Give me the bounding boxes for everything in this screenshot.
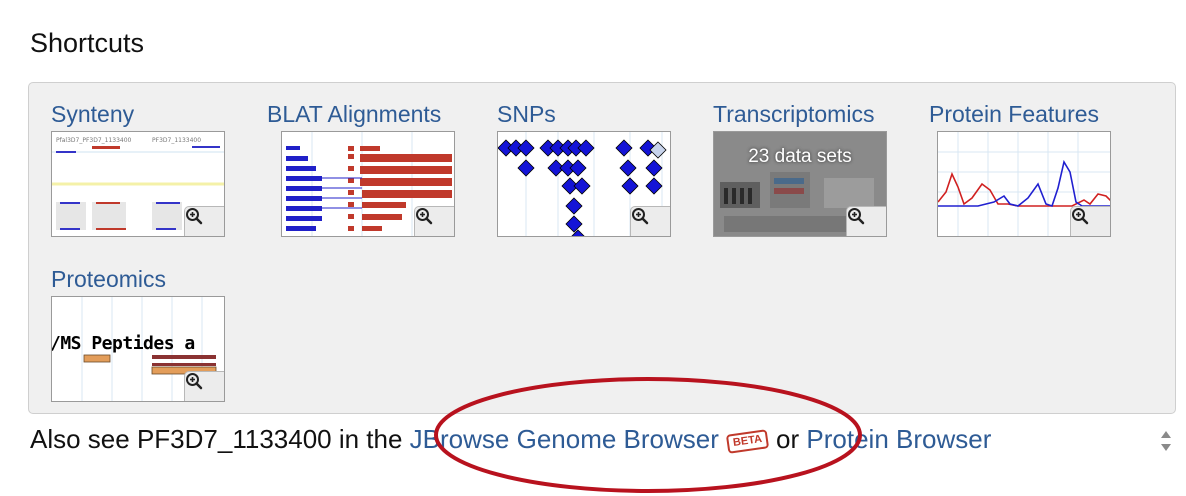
transcriptomics-zoom-button[interactable] bbox=[846, 206, 886, 236]
shortcuts-heading: Shortcuts bbox=[30, 28, 145, 58]
beta-badge: BETA bbox=[725, 428, 770, 454]
or-connector: or bbox=[776, 424, 800, 454]
also-see-line: Also see PF3D7_1133400 in the JBrowse Ge… bbox=[30, 424, 991, 455]
proteomics-link[interactable]: Proteomics bbox=[51, 266, 166, 292]
magnify-plus-icon bbox=[848, 208, 865, 225]
shortcut-transcriptomics[interactable]: Transcriptomics 23 data sets bbox=[713, 101, 887, 237]
synteny-zoom-button[interactable] bbox=[184, 206, 224, 236]
blat-alignments-zoom-button[interactable] bbox=[414, 206, 454, 236]
shortcut-snps[interactable]: SNPs bbox=[497, 101, 671, 237]
proteomics-track-text: /MS Peptides a bbox=[51, 333, 195, 354]
protein-features-link[interactable]: Protein Features bbox=[929, 101, 1099, 127]
magnify-plus-icon bbox=[632, 208, 649, 225]
transcriptomics-thumbnail[interactable]: 23 data sets bbox=[713, 131, 887, 237]
magnify-plus-icon bbox=[416, 208, 433, 225]
synteny-link[interactable]: Synteny bbox=[51, 101, 134, 127]
transcriptomics-link[interactable]: Transcriptomics bbox=[713, 101, 874, 127]
shortcut-synteny[interactable]: Synteny Pfal3D7_PF3D7_1133400 PF3D7_1133… bbox=[51, 101, 225, 237]
shortcut-proteomics[interactable]: Proteomics /MS Peptides a bbox=[51, 266, 225, 402]
protein-features-thumbnail[interactable] bbox=[937, 131, 1111, 237]
transcriptomics-dataset-count: 23 data sets bbox=[748, 146, 852, 167]
also-see-prefix: Also see PF3D7_1133400 in the bbox=[30, 424, 410, 454]
magnify-plus-icon bbox=[1072, 208, 1089, 225]
blat-alignments-thumbnail[interactable] bbox=[281, 131, 455, 237]
shortcut-blat-alignments[interactable]: BLAT Alignments bbox=[267, 101, 455, 237]
jbrowse-genome-browser-link[interactable]: JBrowse Genome Browser bbox=[410, 424, 719, 454]
snps-zoom-button[interactable] bbox=[630, 206, 670, 236]
proteomics-thumbnail[interactable]: /MS Peptides a bbox=[51, 296, 225, 402]
synteny-thumbnail[interactable]: Pfal3D7_PF3D7_1133400 PF3D7_1133400 bbox=[51, 131, 225, 237]
protein-features-zoom-button[interactable] bbox=[1070, 206, 1110, 236]
shortcut-protein-features[interactable]: Protein Features bbox=[929, 101, 1111, 237]
svg-text:PF3D7_1133400: PF3D7_1133400 bbox=[152, 137, 201, 144]
magnify-plus-icon bbox=[186, 208, 203, 225]
spin-arrows-icon[interactable] bbox=[1158, 428, 1174, 454]
svg-text:Pfal3D7_PF3D7_1133400: Pfal3D7_PF3D7_1133400 bbox=[56, 137, 132, 144]
magnify-plus-icon bbox=[186, 373, 203, 390]
blat-alignments-link[interactable]: BLAT Alignments bbox=[267, 101, 441, 127]
proteomics-zoom-button[interactable] bbox=[184, 371, 224, 401]
snps-link[interactable]: SNPs bbox=[497, 101, 556, 127]
protein-browser-link[interactable]: Protein Browser bbox=[806, 424, 991, 454]
snps-thumbnail[interactable] bbox=[497, 131, 671, 237]
shortcuts-panel: Synteny Pfal3D7_PF3D7_1133400 PF3D7_1133… bbox=[28, 82, 1176, 414]
